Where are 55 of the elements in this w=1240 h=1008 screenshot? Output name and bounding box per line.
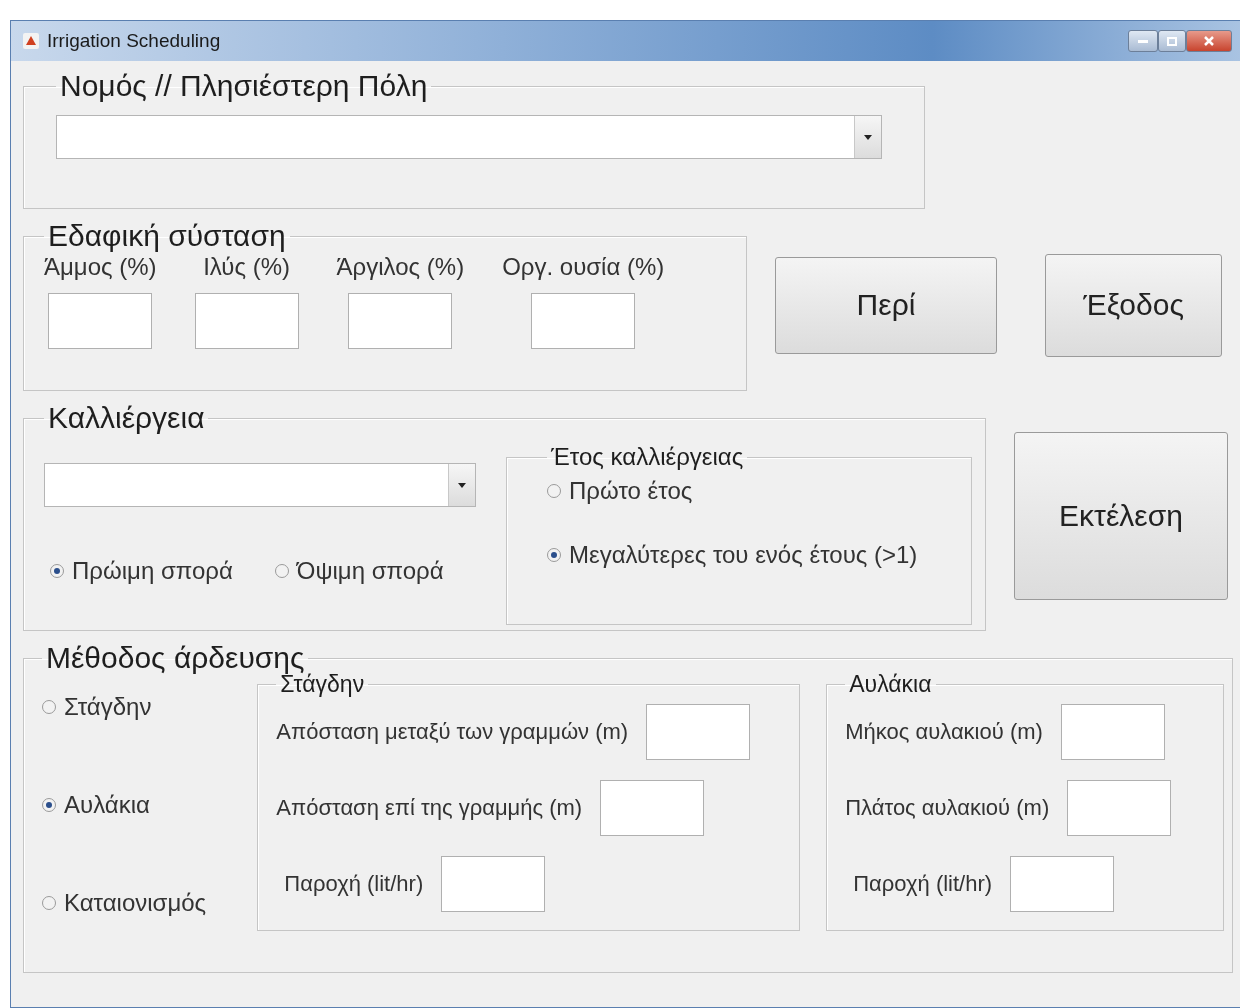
radio-option[interactable]: Πρώιμη σπορά	[50, 557, 233, 585]
input-field[interactable]	[441, 856, 546, 912]
field-label: Μήκος αυλακιού (m)	[845, 719, 1043, 745]
input-field[interactable]	[600, 780, 705, 836]
about-button[interactable]: Περί	[775, 256, 997, 354]
radio-option[interactable]: Στάγδην	[42, 693, 240, 721]
caret-icon	[864, 134, 872, 140]
radio-button[interactable]	[42, 700, 56, 714]
radio-button[interactable]	[274, 564, 289, 578]
radio-button[interactable]	[547, 548, 561, 562]
close-button[interactable]	[1186, 30, 1232, 52]
radio-button[interactable]	[42, 896, 56, 910]
field-label: Οργ. ουσία (%)	[502, 253, 665, 281]
window-title: Irrigation Scheduling	[47, 30, 222, 52]
input-field[interactable]	[1060, 704, 1165, 760]
field-label: Πλάτος αυλακιού (m)	[845, 795, 1050, 821]
field-label: Ιλύς (%)	[203, 253, 290, 281]
panel-title: Έτος καλλιέργειας	[550, 443, 745, 471]
exit-button[interactable]: Έξοδος	[1045, 253, 1222, 357]
field-label: Απόσταση επί της γραμμής (m)	[276, 795, 583, 821]
close-icon	[1204, 36, 1214, 46]
panel-title: Μέθοδος άρδευσης	[45, 641, 305, 674]
maximize-icon	[1167, 36, 1177, 46]
radio-button[interactable]	[547, 484, 561, 498]
field-label: Απόσταση μεταξύ των γραμμών (m)	[276, 719, 629, 745]
input-field[interactable]	[348, 293, 453, 349]
radio-option[interactable]: Μεγαλύτερες του ενός έτους (>1)	[547, 541, 951, 569]
panel-title: Καλλιέργεια	[47, 401, 206, 435]
field-label: Άμμος (%)	[44, 253, 157, 281]
minimize-icon	[1138, 39, 1148, 43]
dropdown-field[interactable]	[56, 115, 882, 159]
radio-button[interactable]	[50, 564, 64, 578]
radio-option[interactable]: Καταιονισμός	[42, 889, 240, 917]
field-label: Άργιλος (%)	[336, 253, 465, 281]
app-icon	[23, 33, 39, 49]
input-field[interactable]	[48, 293, 153, 349]
maximize-button[interactable]	[1158, 30, 1186, 52]
input-field[interactable]	[194, 293, 299, 349]
input-field[interactable]	[646, 704, 751, 760]
input-field[interactable]	[531, 293, 636, 349]
radio-option[interactable]: Πρώτο έτος	[547, 477, 951, 505]
panel-title: Εδαφική σύσταση	[47, 219, 287, 253]
radio-option[interactable]: Όψιμη σπορά	[274, 557, 444, 585]
field-label: Παροχή (lit/hr)	[853, 871, 993, 897]
minimize-button[interactable]	[1128, 30, 1158, 52]
field-label: Παροχή (lit/hr)	[284, 871, 424, 897]
panel-title: Αυλάκια	[848, 671, 933, 698]
dropdown-field[interactable]	[44, 463, 476, 507]
input-field[interactable]	[1067, 780, 1172, 836]
input-field[interactable]	[1010, 856, 1115, 912]
radio-option[interactable]: Αυλάκια	[42, 791, 240, 819]
run-button[interactable]: Εκτέλεση	[1014, 432, 1228, 600]
caret-icon	[458, 482, 466, 488]
radio-button[interactable]	[42, 798, 56, 812]
panel-title: Νομός // Πλησιέστερη Πόλη	[59, 69, 429, 103]
